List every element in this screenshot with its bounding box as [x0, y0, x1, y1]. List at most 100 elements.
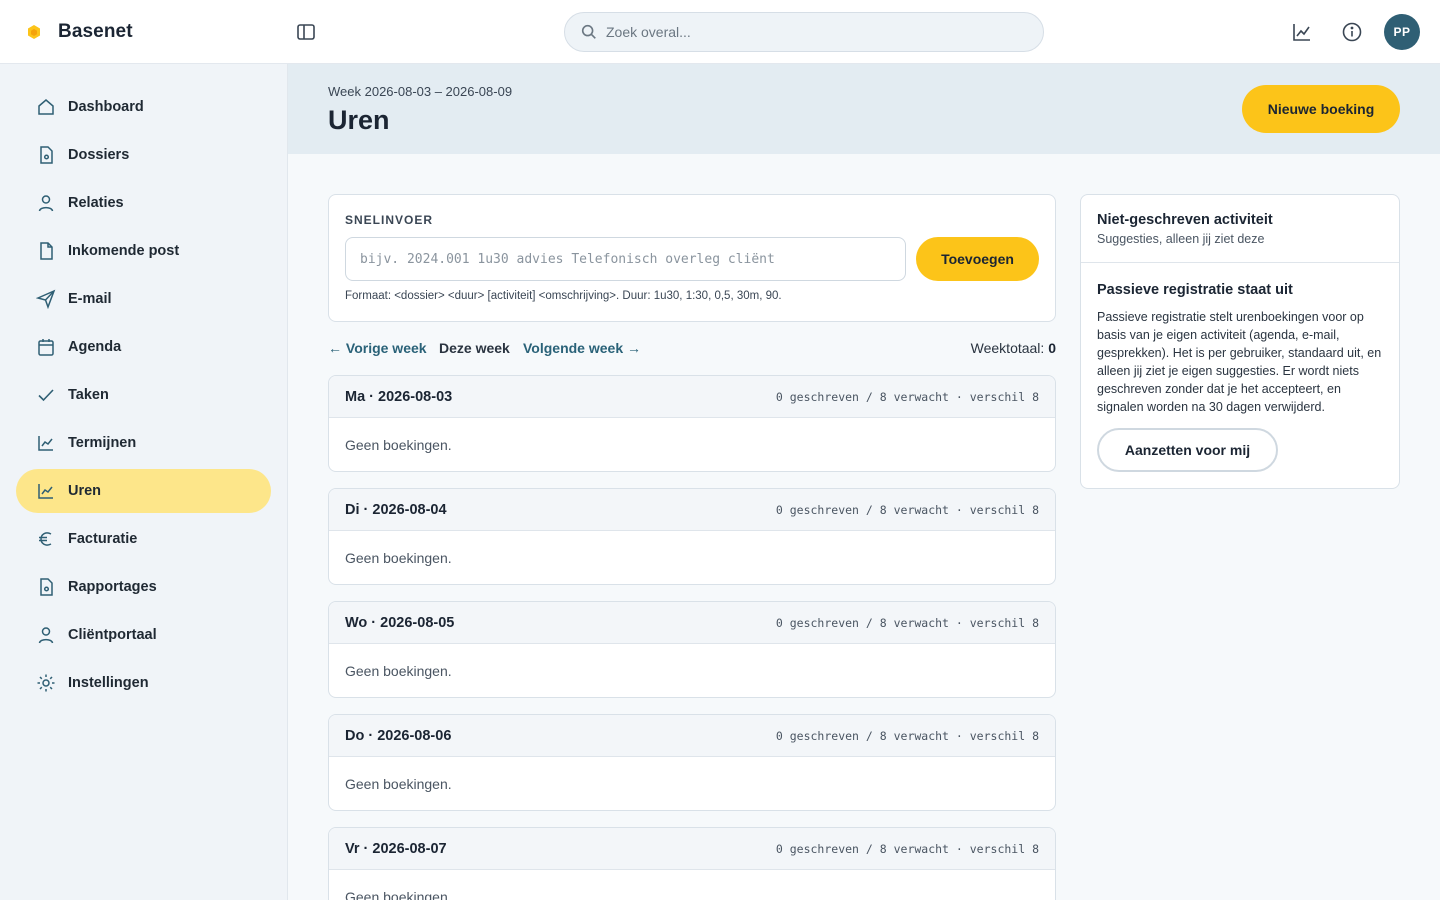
sidebar-item-label: E-mail [68, 291, 112, 307]
add-button[interactable]: Toevoegen [916, 237, 1039, 281]
week-total-value: 0 [1048, 340, 1056, 356]
sidebar-item-label: Cliëntportaal [68, 627, 157, 643]
day-header: Do · 2026-08-06 0 geschreven / 8 verwach… [329, 715, 1055, 757]
panel-body: Passieve registratie stelt urenboekingen… [1097, 310, 1382, 414]
sidebar-item-label: Dossiers [68, 147, 130, 163]
sidebar-item-taken[interactable]: Taken [16, 373, 271, 417]
file-doc-icon [40, 146, 53, 164]
sidebar-item-email[interactable]: E-mail [16, 277, 271, 321]
avatar[interactable]: PP [1384, 14, 1420, 50]
week-range: Week 2026-08-03 – 2026-08-09 [328, 84, 513, 99]
day-header: Ma · 2026-08-03 0 geschreven / 8 verwach… [329, 376, 1055, 418]
search-input[interactable] [606, 24, 1026, 40]
app-name: Basenet [58, 21, 133, 42]
unwritten-activity-panel: Niet-geschreven activiteit Suggesties, a… [1080, 194, 1400, 489]
week-navigation: ← Vorige week Deze week Volgende week → … [328, 340, 1056, 360]
day-empty-text: Geen boekingen. [345, 663, 452, 679]
sidebar-item-label: Uren [68, 483, 102, 499]
info-icon[interactable] [1340, 20, 1364, 44]
sidebar-item-clientportaal[interactable]: Cliëntportaal [16, 613, 271, 657]
quick-entry-card: SNELINVOER Toevoegen Formaat: <dossier> … [328, 194, 1056, 322]
day-stats: 0 geschreven / 8 verwacht · verschil 8 [775, 616, 1039, 630]
quick-entry-hint: Formaat: <dossier> <duur> [activiteit] <… [345, 290, 782, 302]
panel-heading: Passieve registratie staat uit [1097, 282, 1293, 298]
search-icon [581, 24, 596, 39]
sidebar-item-label: Relaties [68, 195, 124, 211]
day-stats: 0 geschreven / 8 verwacht · verschil 8 [775, 729, 1039, 743]
day-card: Vr · 2026-08-07 0 geschreven / 8 verwach… [328, 827, 1056, 900]
day-empty-text: Geen boekingen. [345, 550, 452, 566]
sidebar-item-label: Taken [68, 387, 109, 403]
sidebar-item-agenda[interactable]: Agenda [16, 325, 271, 369]
panel-title: Niet-geschreven activiteit [1097, 212, 1273, 228]
main-content: SNELINVOER Toevoegen Formaat: <dossier> … [288, 154, 1440, 900]
chart-line-icon [38, 436, 53, 451]
sidebar-toggle-icon[interactable] [294, 20, 318, 44]
brand[interactable]: Basenet [24, 18, 133, 46]
sidebar-item-label: Rapportages [68, 579, 157, 595]
quick-entry-label: SNELINVOER [345, 213, 434, 227]
page-header: Week 2026-08-03 – 2026-08-09 Uren Nieuwe… [288, 64, 1440, 154]
panel-subtitle: Suggesties, alleen jij ziet deze [1097, 232, 1265, 246]
check-icon [38, 389, 54, 402]
top-bar: Basenet PP [0, 0, 1440, 64]
sidebar-item-relaties[interactable]: Relaties [16, 181, 271, 225]
sidebar-item-label: Facturatie [68, 531, 138, 547]
file-doc-icon [40, 578, 53, 596]
send-icon [36, 289, 56, 309]
sidebar-item-dossiers[interactable]: Dossiers [16, 133, 271, 177]
sidebar-item-label: Instellingen [68, 675, 149, 691]
search-bar[interactable] [564, 12, 1044, 52]
day-title: Do · 2026-08-06 [345, 728, 452, 744]
sidebar-item-termijnen[interactable]: Termijnen [16, 421, 271, 465]
next-week-link[interactable]: Volgende week → [523, 340, 641, 356]
sidebar: Dashboard Dossiers Relaties Inkomende po… [0, 64, 288, 900]
sidebar-item-dashboard[interactable]: Dashboard [16, 85, 271, 129]
sidebar-item-uren[interactable]: Uren [16, 469, 271, 513]
file-icon [40, 242, 53, 260]
enable-for-me-button[interactable]: Aanzetten voor mij [1097, 428, 1278, 472]
home-icon [38, 99, 54, 115]
sidebar-item-facturatie[interactable]: Facturatie [16, 517, 271, 561]
quick-entry-input[interactable] [345, 237, 906, 281]
new-booking-button[interactable]: Nieuwe boeking [1242, 85, 1400, 133]
day-title: Wo · 2026-08-05 [345, 615, 455, 631]
previous-week-link[interactable]: ← Vorige week [328, 340, 427, 356]
sidebar-item-label: Dashboard [68, 99, 144, 115]
gear-icon [37, 674, 55, 692]
day-header: Di · 2026-08-04 0 geschreven / 8 verwach… [329, 489, 1055, 531]
calendar-icon [38, 339, 54, 356]
sidebar-item-instellingen[interactable]: Instellingen [16, 661, 271, 705]
user-icon [38, 627, 54, 644]
logo-icon [28, 25, 40, 39]
day-title: Ma · 2026-08-03 [345, 389, 453, 405]
day-empty-text: Geen boekingen. [345, 776, 452, 792]
day-card: Di · 2026-08-04 0 geschreven / 8 verwach… [328, 488, 1056, 585]
day-card: Wo · 2026-08-05 0 geschreven / 8 verwach… [328, 601, 1056, 698]
day-header: Vr · 2026-08-07 0 geschreven / 8 verwach… [329, 828, 1055, 870]
day-stats: 0 geschreven / 8 verwacht · verschil 8 [775, 390, 1039, 404]
sidebar-item-label: Inkomende post [68, 243, 180, 259]
chart-icon[interactable] [1290, 20, 1314, 44]
day-header: Wo · 2026-08-05 0 geschreven / 8 verwach… [329, 602, 1055, 644]
week-total: Weektotaal: 0 [971, 340, 1056, 356]
day-stats: 0 geschreven / 8 verwacht · verschil 8 [775, 842, 1039, 856]
week-total-label: Weektotaal: [970, 340, 1045, 356]
divider [1081, 262, 1399, 263]
day-empty-text: Geen boekingen. [345, 437, 452, 453]
euro-icon [39, 532, 52, 546]
day-empty-text: Geen boekingen. [345, 889, 452, 900]
day-title: Vr · 2026-08-07 [345, 841, 447, 857]
day-title: Di · 2026-08-04 [345, 502, 447, 518]
sidebar-item-label: Termijnen [68, 435, 137, 451]
day-stats: 0 geschreven / 8 verwacht · verschil 8 [775, 503, 1039, 517]
sidebar-item-rapportages[interactable]: Rapportages [16, 565, 271, 609]
this-week-link[interactable]: Deze week [439, 340, 510, 356]
page-title: Uren [328, 105, 390, 135]
day-card: Do · 2026-08-06 0 geschreven / 8 verwach… [328, 714, 1056, 811]
sidebar-item-label: Agenda [68, 339, 122, 355]
user-icon [38, 195, 54, 212]
chart-line-icon [38, 484, 53, 499]
day-card: Ma · 2026-08-03 0 geschreven / 8 verwach… [328, 375, 1056, 472]
sidebar-item-inkomende-post[interactable]: Inkomende post [16, 229, 271, 273]
